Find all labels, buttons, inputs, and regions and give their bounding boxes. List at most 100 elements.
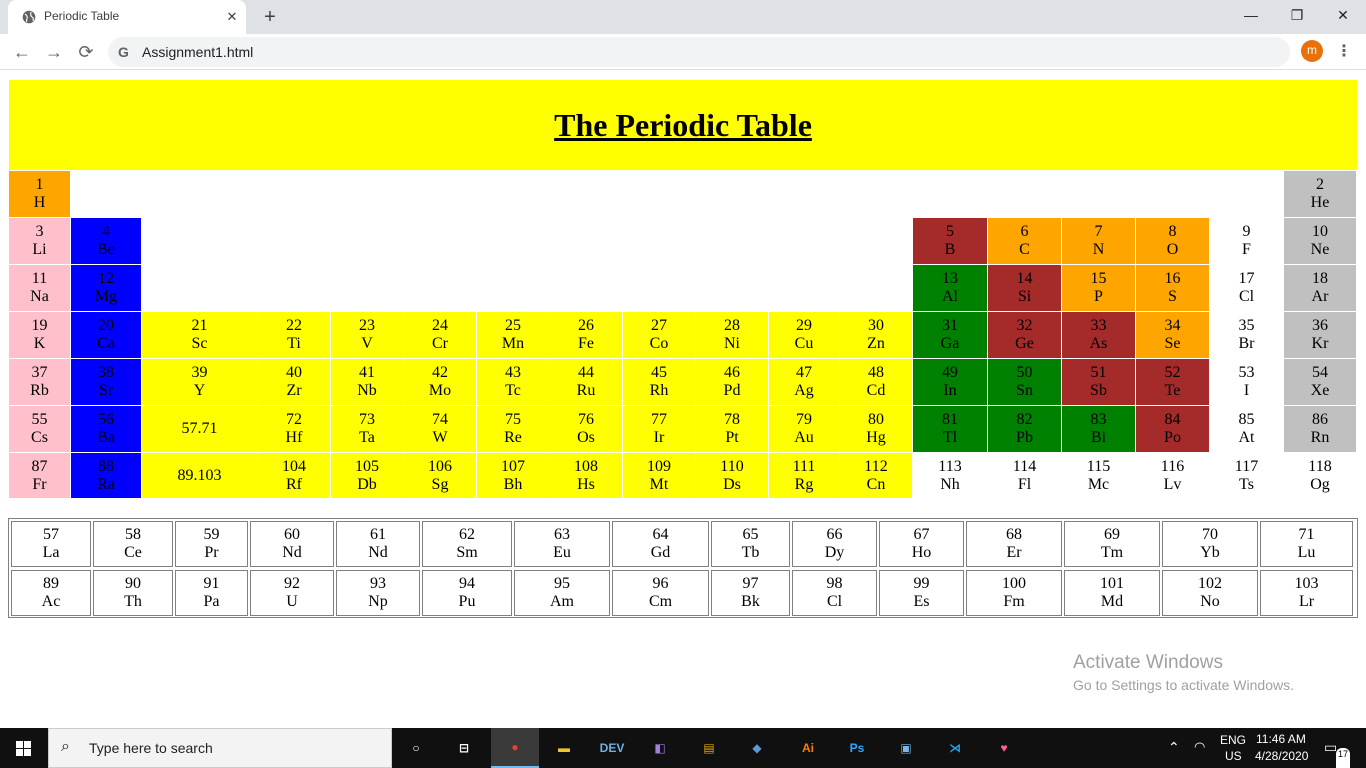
atomic-number: 72: [286, 411, 302, 428]
file-app-icon[interactable]: ▤: [685, 728, 733, 768]
task-view-icon[interactable]: ⊟: [440, 728, 488, 768]
clock-date[interactable]: 4/28/2020: [1255, 749, 1308, 768]
atomic-number: 57.71: [181, 420, 218, 437]
close-window-button[interactable]: ✕: [1320, 0, 1366, 32]
element-symbol: Sm: [456, 544, 478, 561]
taskbar-search[interactable]: ⌕ Type here to search: [48, 728, 392, 768]
atomic-number: 3: [35, 223, 44, 240]
cube-app-icon[interactable]: ▣: [882, 728, 930, 768]
atomic-number: 27: [651, 317, 667, 334]
atomic-number: 62: [459, 526, 475, 543]
element-cell: 110 Ds: [696, 453, 768, 498]
atomic-number: 86: [1312, 411, 1328, 428]
element-cell: 118 Og: [1284, 453, 1356, 498]
file-explorer-icon[interactable]: ▬: [540, 728, 588, 768]
atomic-number: 112: [864, 457, 888, 475]
chevron-up-icon[interactable]: ⌃: [1168, 739, 1180, 768]
address-url[interactable]: Assignment1.html: [142, 44, 253, 60]
element-cell: 17 Cl: [1210, 265, 1283, 311]
atomic-number: 96: [652, 575, 669, 592]
element-symbol: B: [944, 241, 956, 258]
element-symbol: Sb: [1090, 382, 1107, 399]
element-symbol: O: [1166, 241, 1179, 258]
windows-start-icon[interactable]: [0, 728, 48, 768]
back-button[interactable]: ←: [8, 38, 36, 66]
menu-icon[interactable]: ⋮: [1334, 38, 1354, 66]
forward-button[interactable]: →: [40, 38, 68, 66]
element-symbol: Ru: [576, 382, 596, 399]
cortana-icon[interactable]: ○: [392, 728, 440, 768]
element-symbol: Hs: [577, 475, 595, 493]
element-symbol: In: [943, 382, 957, 399]
element-cell: 77 Ir: [623, 406, 695, 452]
atomic-number: 18: [1312, 270, 1328, 287]
illustrator-icon[interactable]: Ai: [784, 728, 832, 768]
restore-button[interactable]: ❐: [1274, 0, 1320, 32]
notification-count: 17: [1336, 748, 1351, 768]
atomic-number: 16: [1164, 270, 1181, 287]
element-symbol: Sg: [431, 475, 449, 493]
profile-avatar[interactable]: m: [1301, 40, 1323, 62]
atomic-number: 8: [1168, 223, 1177, 240]
atomic-number: 71: [1298, 526, 1315, 543]
element-symbol: Y: [193, 382, 206, 399]
atomic-number: 36: [1312, 317, 1328, 334]
devcpp-icon[interactable]: DEV: [588, 728, 636, 768]
element-symbol: Ti: [287, 335, 301, 352]
minimize-button[interactable]: —: [1228, 0, 1274, 32]
chrome-icon[interactable]: ●: [491, 728, 539, 768]
actinide-cell: 94 Pu: [422, 570, 512, 616]
atomic-number: 21: [191, 317, 208, 334]
atomic-number: 34: [1164, 317, 1181, 334]
element-cell: 45 Rh: [623, 359, 695, 405]
element-cell: 31 Ga: [913, 312, 987, 358]
element-symbol: Ra: [97, 475, 115, 493]
browser-tab[interactable]: Periodic Table ✕: [8, 0, 246, 34]
atomic-number: 109: [647, 457, 671, 475]
element-cell: 42 Mo: [404, 359, 476, 405]
element-symbol: Am: [550, 593, 574, 610]
search-icon: ⌕: [61, 738, 70, 755]
element-cell: 37 Rb: [9, 359, 70, 405]
element-symbol: Ag: [794, 382, 814, 399]
element-symbol: Pd: [723, 382, 741, 399]
element-cell: 82 Pb: [988, 406, 1061, 452]
atomic-number: 52: [1164, 364, 1181, 381]
element-cell: 72 Hf: [258, 406, 330, 452]
heart-app-icon[interactable]: ♥: [980, 728, 1028, 768]
element-cell: 105 Db: [331, 453, 403, 498]
element-symbol: Tb: [741, 544, 760, 561]
language-bottom[interactable]: US: [1225, 749, 1242, 768]
atomic-number: 82: [1016, 411, 1033, 428]
atomic-number: 117: [1234, 457, 1259, 475]
element-symbol: P: [1094, 288, 1103, 305]
visual-studio-icon[interactable]: ◧: [636, 728, 684, 768]
address-bar[interactable]: G Assignment1.html: [108, 37, 1290, 67]
reload-button[interactable]: ⟳: [72, 38, 100, 66]
vscode-icon[interactable]: ⋊: [931, 728, 979, 768]
atomic-number: 85: [1238, 411, 1255, 428]
element-symbol: Bk: [741, 593, 760, 610]
element-cell: 9F: [1210, 218, 1283, 264]
element-symbol: Ac: [41, 593, 61, 610]
photoshop-icon[interactable]: Ps: [833, 728, 881, 768]
network-icon[interactable]: ◠: [1194, 739, 1205, 768]
actinide-cell: 92 U: [250, 570, 334, 616]
element-symbol: Lu: [1297, 544, 1316, 561]
lanthanide-cell: 60 Nd: [250, 521, 334, 567]
activate-windows-subtitle: Go to Settings to activate Windows.: [1073, 677, 1294, 693]
atomic-number: 99: [913, 575, 930, 592]
actinide-cell: 95 Am: [514, 570, 610, 616]
element-symbol: Be: [97, 241, 115, 258]
element-cell: 113 Nh: [913, 453, 987, 498]
atomic-number: 94: [459, 575, 475, 592]
atomic-number: 107: [501, 457, 525, 475]
atomic-number: 20: [98, 317, 114, 334]
atomic-number: 32: [1016, 317, 1033, 334]
app-icon[interactable]: ◆: [733, 728, 781, 768]
element-symbol: Rf: [286, 475, 302, 493]
element-cell: 30 Zn: [840, 312, 912, 358]
close-tab-icon[interactable]: ✕: [223, 8, 241, 26]
new-tab-button[interactable]: +: [258, 5, 282, 29]
element-symbol: Rb: [30, 382, 49, 399]
